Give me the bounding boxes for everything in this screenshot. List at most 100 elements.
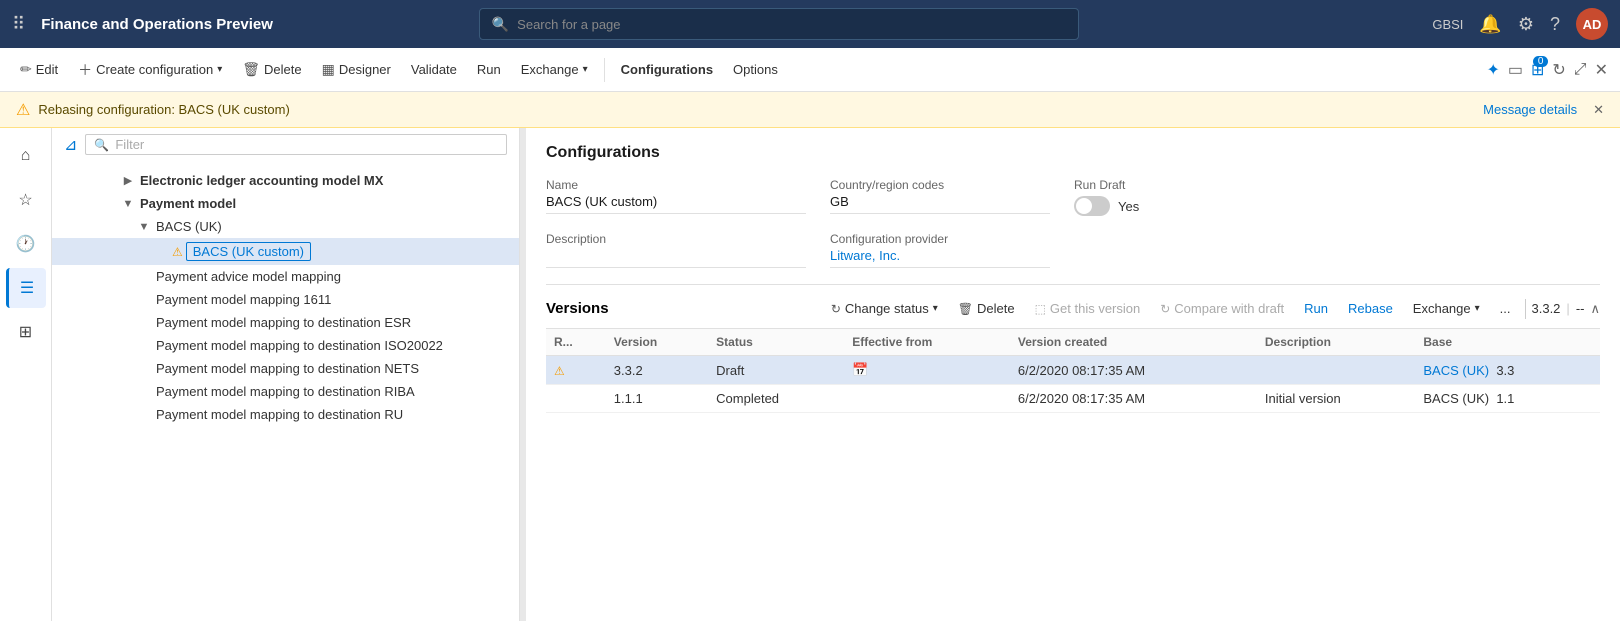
nav-up-icon[interactable]: ∧ bbox=[1590, 301, 1600, 317]
nav-workspaces[interactable]: ☰ bbox=[6, 268, 46, 308]
description-value bbox=[546, 248, 806, 268]
create-config-button[interactable]: ＋ Create configuration ▾ bbox=[70, 56, 230, 84]
toggle-knob bbox=[1076, 198, 1092, 214]
table-row[interactable]: ⚠ 3.3.2 Draft 📅 6/2/2020 08:17:35 AM BAC… bbox=[546, 356, 1600, 385]
run-button[interactable]: Run bbox=[469, 58, 509, 81]
row-status: Draft bbox=[708, 356, 844, 385]
tree-label: Payment model mapping 1611 bbox=[156, 292, 331, 307]
filter-icon[interactable]: ⊿ bbox=[64, 135, 77, 155]
description-label: Description bbox=[546, 232, 806, 246]
delete-button[interactable]: 🗑 Delete bbox=[234, 57, 309, 82]
diamond-icon[interactable]: ✦ bbox=[1486, 60, 1499, 80]
tree-label: Payment model mapping to destination RIB… bbox=[156, 384, 415, 399]
search-input[interactable] bbox=[517, 17, 1066, 32]
tree-label: Payment model mapping to destination ESR bbox=[156, 315, 411, 330]
tree-label: Payment model bbox=[140, 196, 236, 211]
country-field: Country/region codes GB bbox=[830, 178, 1050, 216]
delete-icon: 🗑 bbox=[242, 61, 260, 78]
delete-icon: 🗑 bbox=[958, 302, 973, 316]
versions-delete-button[interactable]: 🗑 Delete bbox=[950, 297, 1023, 320]
warning-icon: ⚠ bbox=[172, 245, 183, 259]
main-toolbar: ✏ Edit ＋ Create configuration ▾ 🗑 Delete… bbox=[0, 48, 1620, 92]
provider-value[interactable]: Litware, Inc. bbox=[830, 248, 1050, 268]
notification-icon[interactable]: 🔔 bbox=[1479, 14, 1501, 35]
tree-label: Payment model mapping to destination NET… bbox=[156, 361, 419, 376]
tree-item-mapping-iso[interactable]: Payment model mapping to destination ISO… bbox=[52, 334, 519, 357]
nav-favorites[interactable]: ☆ bbox=[6, 180, 46, 220]
tree-item-bacs-uk[interactable]: ▼ BACS (UK) bbox=[52, 215, 519, 238]
nav-recent[interactable]: 🕐 bbox=[6, 224, 46, 264]
tree-item-payment-model[interactable]: ▼ Payment model bbox=[52, 192, 519, 215]
search-bar: 🔍 bbox=[479, 8, 1079, 40]
table-row[interactable]: 1.1.1 Completed 6/2/2020 08:17:35 AM Ini… bbox=[546, 385, 1600, 413]
refresh-icon[interactable]: ↻ bbox=[1552, 60, 1565, 80]
compare-draft-button[interactable]: ↻ Compare with draft bbox=[1152, 297, 1292, 320]
run-draft-value: Yes bbox=[1118, 199, 1139, 214]
main-area: ⌂ ☆ 🕐 ☰ ⊞ ⊿ 🔍 ▶ Electronic ledger accoun… bbox=[0, 128, 1620, 621]
versions-table-body: ⚠ 3.3.2 Draft 📅 6/2/2020 08:17:35 AM BAC… bbox=[546, 356, 1600, 413]
icon-container: ⊞ 0 bbox=[1531, 60, 1544, 80]
warning-close-icon[interactable]: ✕ bbox=[1593, 102, 1604, 118]
filter-input[interactable] bbox=[115, 137, 498, 152]
designer-button[interactable]: ▦ Designer bbox=[314, 57, 399, 82]
chevron-down-icon: ▼ bbox=[136, 221, 152, 233]
row-version: 1.1.1 bbox=[606, 385, 708, 413]
change-status-button[interactable]: ↻ Change status ▾ bbox=[823, 297, 946, 320]
tree-section: ▶ Electronic ledger accounting model MX … bbox=[0, 161, 519, 621]
row-status: Completed bbox=[708, 385, 844, 413]
tree-item-mapping-nets[interactable]: Payment model mapping to destination NET… bbox=[52, 357, 519, 380]
country-label: Country/region codes bbox=[830, 178, 1050, 192]
configurations-button[interactable]: Configurations bbox=[613, 58, 721, 81]
plus-icon: ＋ bbox=[78, 60, 92, 80]
nav-modules[interactable]: ⊞ bbox=[6, 312, 46, 352]
rebase-button[interactable]: Rebase bbox=[1340, 297, 1401, 320]
nav-home[interactable]: ⌂ bbox=[6, 136, 46, 176]
options-button[interactable]: Options bbox=[725, 58, 786, 81]
calendar-icon[interactable]: 📅 bbox=[852, 362, 868, 377]
run-draft-field: Run Draft Yes bbox=[1074, 178, 1274, 216]
col-header-base: Base bbox=[1415, 329, 1600, 356]
tree-item-mapping-esr[interactable]: Payment model mapping to destination ESR bbox=[52, 311, 519, 334]
close-window-icon[interactable]: ✕ bbox=[1595, 60, 1608, 80]
message-details-link[interactable]: Message details bbox=[1483, 102, 1577, 117]
settings-icon[interactable]: ⚙ bbox=[1518, 14, 1534, 35]
row-created: 6/2/2020 08:17:35 AM bbox=[1010, 356, 1257, 385]
app-title: Finance and Operations Preview bbox=[41, 16, 273, 33]
row-warn-cell bbox=[546, 385, 606, 413]
filter-search-icon: 🔍 bbox=[94, 138, 109, 152]
provider-field: Configuration provider Litware, Inc. bbox=[830, 232, 1050, 268]
country-value: GB bbox=[830, 194, 1050, 214]
tree-item-elec-ledger[interactable]: ▶ Electronic ledger accounting model MX bbox=[52, 169, 519, 192]
app-menu-icon[interactable]: ⠿ bbox=[12, 14, 25, 35]
version-sep: -- bbox=[1576, 301, 1585, 316]
versions-actions: ↻ Change status ▾ 🗑 Delete ⬚ Get this ve… bbox=[823, 297, 1600, 320]
tree-item-mapping-ru[interactable]: Payment model mapping to destination RU bbox=[52, 403, 519, 426]
col-header-r: R... bbox=[546, 329, 606, 356]
tree-item-mapping-riba[interactable]: Payment model mapping to destination RIB… bbox=[52, 380, 519, 403]
tree-item-bacs-uk-custom[interactable]: ⚠ BACS (UK custom) bbox=[52, 238, 519, 265]
edit-button[interactable]: ✏ Edit bbox=[12, 57, 66, 82]
side-panel-icon[interactable]: ▭ bbox=[1508, 60, 1523, 80]
panel-divider[interactable] bbox=[520, 128, 526, 621]
validate-button[interactable]: Validate bbox=[403, 58, 465, 81]
expand-icon[interactable]: ⤢ bbox=[1574, 61, 1587, 79]
tree-item-mapping-1611[interactable]: Payment model mapping 1611 bbox=[52, 288, 519, 311]
version-display: 3.3.2 bbox=[1532, 301, 1561, 316]
edit-icon: ✏ bbox=[20, 61, 32, 78]
get-version-icon: ⬚ bbox=[1035, 302, 1046, 316]
toolbar-right-actions: ✦ ▭ ⊞ 0 ↻ ⤢ ✕ bbox=[1486, 60, 1608, 80]
help-icon[interactable]: ? bbox=[1550, 14, 1560, 35]
run-draft-toggle[interactable] bbox=[1074, 196, 1110, 216]
versions-exchange-button[interactable]: Exchange ▾ bbox=[1405, 297, 1488, 320]
warning-icon: ⚠ bbox=[554, 364, 565, 378]
base-link[interactable]: BACS (UK) bbox=[1423, 363, 1489, 378]
user-avatar[interactable]: AD bbox=[1576, 8, 1608, 40]
description-field: Description bbox=[546, 232, 806, 268]
get-version-button[interactable]: ⬚ Get this version bbox=[1027, 297, 1149, 320]
versions-more-button[interactable]: ... bbox=[1492, 297, 1519, 320]
versions-run-button[interactable]: Run bbox=[1296, 297, 1336, 320]
exchange-button[interactable]: Exchange ▾ bbox=[513, 58, 596, 81]
tenant-label: GBSI bbox=[1432, 17, 1463, 32]
versions-title: Versions bbox=[546, 300, 609, 317]
tree-item-payment-advice[interactable]: Payment advice model mapping bbox=[52, 265, 519, 288]
